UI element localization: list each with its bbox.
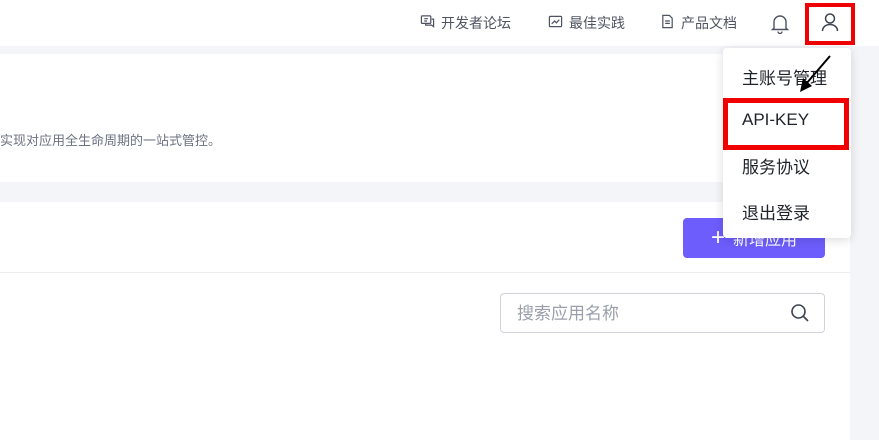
top-navigation-bar: 开发者论坛 最佳实践 产品文档 xyxy=(0,0,879,46)
forum-icon xyxy=(420,14,435,32)
nav-link-developer-forum[interactable]: 开发者论坛 xyxy=(420,13,511,33)
user-dropdown-menu: 主账号管理 API-KEY 服务协议 退出登录 xyxy=(723,48,851,238)
nav-link-product-docs[interactable]: 产品文档 xyxy=(660,13,737,33)
divider xyxy=(0,272,850,273)
menu-item-label: API-KEY xyxy=(742,110,810,129)
menu-item-main-account[interactable]: 主账号管理 xyxy=(723,57,851,95)
menu-item-logout[interactable]: 退出登录 xyxy=(723,192,851,230)
search-input[interactable] xyxy=(515,302,779,326)
menu-item-api-key[interactable]: API-KEY xyxy=(723,101,851,139)
user-icon xyxy=(819,11,841,38)
menu-item-label: 服务协议 xyxy=(742,157,810,177)
search-box xyxy=(500,293,825,333)
nav-link-label: 产品文档 xyxy=(681,15,737,31)
menu-item-service-agreement[interactable]: 服务协议 xyxy=(723,146,851,184)
user-menu-button[interactable] xyxy=(805,3,855,45)
document-icon xyxy=(660,14,675,32)
nav-link-best-practices[interactable]: 最佳实践 xyxy=(548,13,625,33)
practice-icon xyxy=(548,14,563,32)
search-icon[interactable] xyxy=(790,303,810,323)
menu-item-label: 主账号管理 xyxy=(742,68,827,88)
nav-link-label: 开发者论坛 xyxy=(441,15,511,31)
bell-icon[interactable] xyxy=(769,12,791,35)
page-description: 实现对应用全生命周期的一站式管控。 xyxy=(0,133,222,148)
scroll-gutter xyxy=(850,46,879,440)
menu-item-label: 退出登录 xyxy=(742,203,810,223)
nav-link-label: 最佳实践 xyxy=(569,15,625,31)
